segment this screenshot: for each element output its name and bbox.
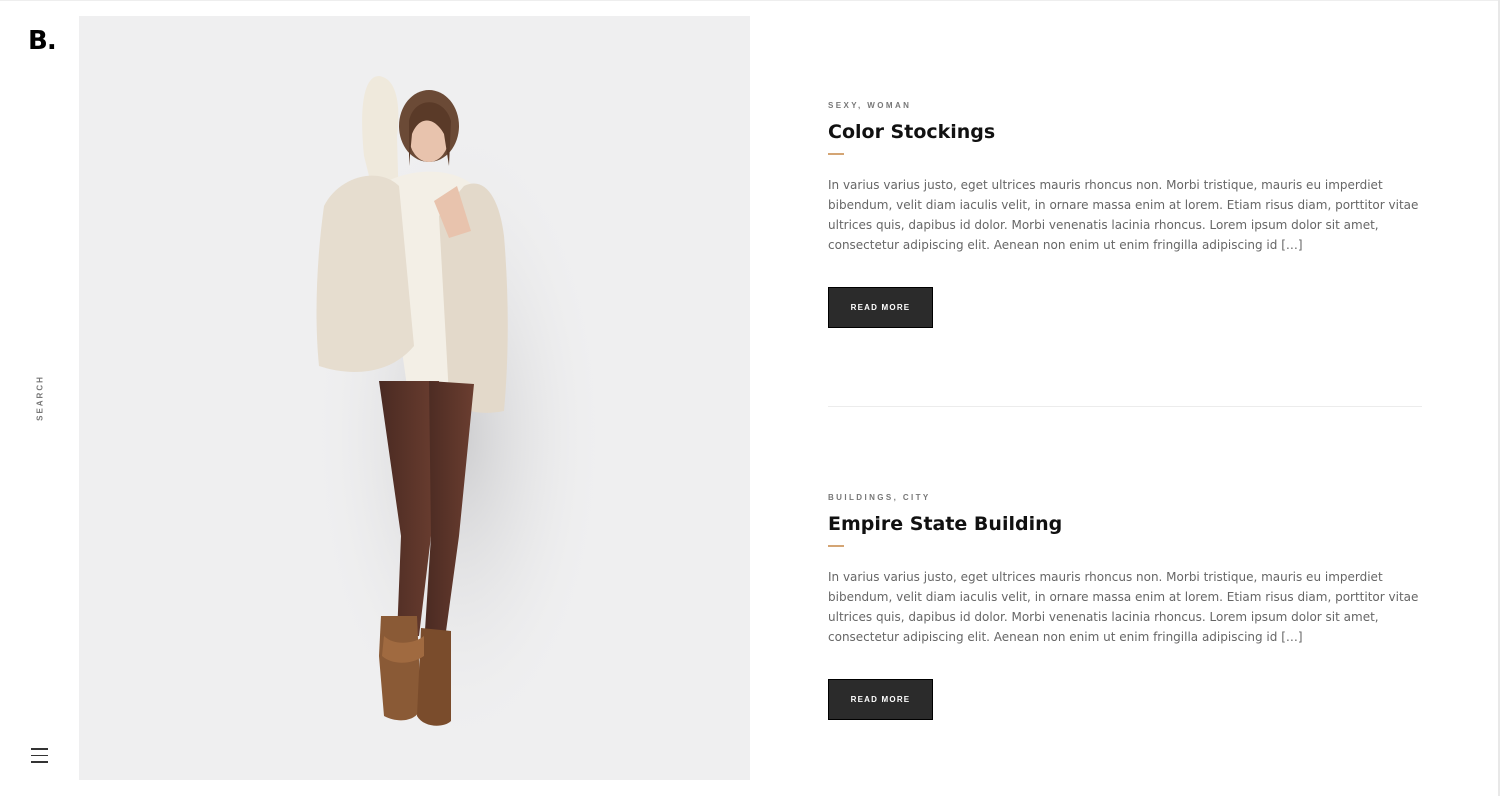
post-card: SEXY, WOMAN Color Stockings In varius va… — [828, 101, 1422, 328]
post-excerpt: In varius varius justo, eget ultrices ma… — [828, 178, 1419, 252]
post-title[interactable]: Empire State Building — [828, 513, 1422, 535]
hero-image — [79, 16, 750, 780]
read-more-button[interactable]: READ MORE — [828, 287, 933, 328]
search-link[interactable]: SEARCH — [36, 375, 45, 421]
title-accent-line — [828, 545, 844, 547]
hamburger-icon[interactable] — [31, 748, 48, 763]
post-divider — [828, 406, 1422, 407]
sidebar: B. SEARCH — [0, 0, 79, 796]
top-border — [0, 0, 1500, 1]
post-excerpt: In varius varius justo, eget ultrices ma… — [828, 570, 1419, 644]
post-card: BUILDINGS, CITY Empire State Building In… — [828, 493, 1422, 720]
post-categories[interactable]: BUILDINGS, CITY — [828, 493, 1422, 502]
title-accent-line — [828, 153, 844, 155]
post-categories[interactable]: SEXY, WOMAN — [828, 101, 1422, 110]
fashion-model-illustration — [309, 76, 609, 756]
post-title[interactable]: Color Stockings — [828, 121, 1422, 143]
read-more-button[interactable]: READ MORE — [828, 679, 933, 720]
site-logo[interactable]: B. — [28, 26, 57, 56]
